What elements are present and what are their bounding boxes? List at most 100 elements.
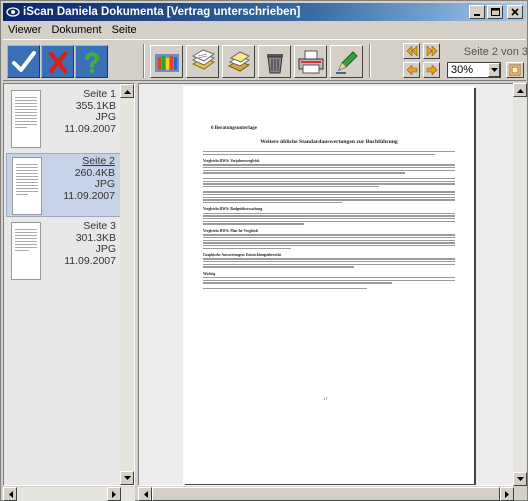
section-heading: Graphische Auswertungen: Entwicklungsübe… bbox=[203, 252, 282, 257]
scroll-right-button[interactable] bbox=[107, 487, 121, 501]
window-title: iScan Daniela Dokumenta [Vertrag untersc… bbox=[23, 6, 301, 18]
minimize-icon bbox=[474, 14, 480, 16]
menu-seite[interactable]: Seite bbox=[107, 22, 142, 38]
paragraph: Vergleichs-BWA: Vorjahresvergleich bbox=[203, 159, 455, 174]
binders-icon bbox=[154, 53, 179, 72]
maximize-button[interactable] bbox=[487, 5, 503, 19]
arrow-right-icon bbox=[504, 490, 509, 498]
thumbnail-page-label: Seite 2 bbox=[82, 155, 115, 167]
thumbnail-date: 11.09.2007 bbox=[64, 122, 116, 135]
arrow-down-icon bbox=[123, 475, 131, 480]
trash-can-icon bbox=[266, 53, 283, 73]
toolbar-separator bbox=[369, 44, 371, 78]
scroll-left-button[interactable] bbox=[138, 487, 152, 501]
scroll-up-button[interactable] bbox=[513, 83, 527, 97]
documents-button[interactable] bbox=[222, 45, 255, 78]
accept-button[interactable] bbox=[7, 45, 40, 78]
page-number: 17 bbox=[323, 396, 328, 401]
paragraph: Vergleichs-BWA: Budgetüberwachung bbox=[203, 207, 455, 225]
menu-bar: Viewer Dokument Seite bbox=[3, 22, 526, 38]
fit-page-button[interactable] bbox=[506, 62, 524, 78]
arrow-left-icon bbox=[143, 490, 148, 498]
scroll-thumb[interactable] bbox=[152, 487, 500, 501]
sign-button[interactable] bbox=[330, 45, 363, 78]
menu-viewer[interactable]: Viewer bbox=[3, 22, 46, 38]
paragraph: Vergleichs-BWA: Plan-Ist-Vergleich bbox=[203, 229, 455, 249]
arrow-right-icon bbox=[111, 490, 116, 498]
document-horizontal-scrollbar[interactable] bbox=[138, 487, 514, 501]
question-mark-icon bbox=[84, 51, 99, 73]
thumbnail-page-label: Seite 1 bbox=[83, 88, 116, 100]
scroll-down-button[interactable] bbox=[513, 472, 527, 486]
thumbnail-panel: Seite 1 355.1KB JPG 11.09.2007 Seite 2 2… bbox=[3, 83, 135, 486]
thumbnail-format: JPG bbox=[95, 243, 116, 255]
last-page-button[interactable] bbox=[423, 43, 440, 59]
page-preview bbox=[11, 222, 41, 280]
stacked-pages-icon bbox=[191, 48, 215, 70]
chevron-down-icon bbox=[490, 67, 498, 72]
red-x-icon bbox=[48, 51, 67, 73]
first-page-button[interactable] bbox=[403, 43, 420, 59]
thumbnail-date: 11.09.2007 bbox=[63, 189, 115, 202]
double-arrow-right-icon bbox=[426, 46, 437, 56]
document-vertical-scrollbar[interactable] bbox=[513, 83, 527, 486]
minimize-button[interactable] bbox=[469, 5, 485, 19]
zoom-select[interactable]: 30% bbox=[447, 62, 501, 78]
thumbnail-date: 11.09.2007 bbox=[64, 254, 116, 267]
pen-icon bbox=[335, 50, 358, 74]
thumbnail-page-2[interactable]: Seite 2 260.4KB JPG 11.09.2007 bbox=[6, 153, 122, 217]
paragraph: Wichtig bbox=[203, 272, 455, 284]
delete-button[interactable] bbox=[258, 45, 291, 78]
paragraph bbox=[203, 177, 455, 188]
arrow-up-icon bbox=[123, 89, 131, 94]
page-preview bbox=[12, 157, 42, 215]
title-bar[interactable]: iScan Daniela Dokumenta [Vertrag untersc… bbox=[3, 3, 526, 21]
section-heading: Vergleichs-BWA: Vorjahresvergleich bbox=[203, 159, 260, 164]
thumbnail-format: JPG bbox=[94, 178, 115, 190]
scroll-right-button[interactable] bbox=[500, 487, 514, 501]
document-title: Weitere übliche Standardauswertungen zur… bbox=[260, 139, 398, 145]
paragraph bbox=[203, 191, 455, 204]
scroll-up-button[interactable] bbox=[120, 84, 134, 98]
print-button[interactable] bbox=[294, 45, 327, 78]
checkmark-icon bbox=[11, 50, 36, 72]
previous-page-button[interactable] bbox=[403, 62, 420, 78]
reject-button[interactable] bbox=[41, 45, 74, 78]
paragraph bbox=[203, 151, 455, 156]
scroll-down-button[interactable] bbox=[120, 471, 134, 485]
next-page-button[interactable] bbox=[423, 62, 440, 78]
thumbnail-horizontal-scrollbar[interactable] bbox=[3, 487, 135, 501]
toolbar-separator bbox=[143, 44, 145, 78]
close-button[interactable] bbox=[507, 5, 523, 19]
help-button[interactable] bbox=[75, 45, 108, 78]
arrow-down-icon bbox=[516, 476, 524, 481]
toolbar: Seite 2 von 3 30% bbox=[3, 39, 528, 81]
paragraph bbox=[203, 287, 455, 290]
section-heading: Vergleichs-BWA: Plan-Ist-Vergleich bbox=[203, 228, 259, 233]
arrow-left-icon bbox=[406, 65, 417, 75]
thumbnail-page-3[interactable]: Seite 3 301.3KB JPG 11.09.2007 bbox=[6, 219, 122, 283]
menu-dokument[interactable]: Dokument bbox=[46, 22, 106, 38]
app-eye-icon bbox=[6, 7, 20, 17]
chapter-heading: 6 Beratungsunterlage bbox=[211, 126, 257, 131]
archive-button[interactable] bbox=[150, 45, 183, 78]
zoom-value: 30% bbox=[451, 64, 474, 76]
documents-fan-icon bbox=[227, 50, 250, 72]
maximize-icon bbox=[490, 8, 500, 16]
paragraph: Graphische Auswertungen: Entwicklungsübe… bbox=[203, 253, 455, 268]
close-icon bbox=[511, 8, 519, 16]
section-heading: Vergleichs-BWA: Budgetüberwachung bbox=[203, 207, 263, 212]
arrow-up-icon bbox=[516, 88, 524, 93]
page-indicator: Seite 2 von 3 bbox=[463, 46, 528, 58]
thumbnail-page-1[interactable]: Seite 1 355.1KB JPG 11.09.2007 bbox=[6, 87, 122, 151]
document-page: 6 Beratungsunterlage Weitere übliche Sta… bbox=[183, 86, 474, 484]
arrow-left-icon bbox=[8, 490, 13, 498]
app-window: iScan Daniela Dokumenta [Vertrag untersc… bbox=[0, 0, 528, 501]
arrow-right-icon bbox=[426, 65, 437, 75]
thumbnail-vertical-scrollbar[interactable] bbox=[120, 84, 134, 485]
dropdown-arrow[interactable] bbox=[488, 63, 500, 77]
pages-button[interactable] bbox=[186, 45, 219, 78]
scroll-left-button[interactable] bbox=[3, 487, 17, 501]
double-arrow-left-icon bbox=[406, 46, 417, 56]
document-view[interactable]: 6 Beratungsunterlage Weitere übliche Sta… bbox=[138, 83, 514, 486]
